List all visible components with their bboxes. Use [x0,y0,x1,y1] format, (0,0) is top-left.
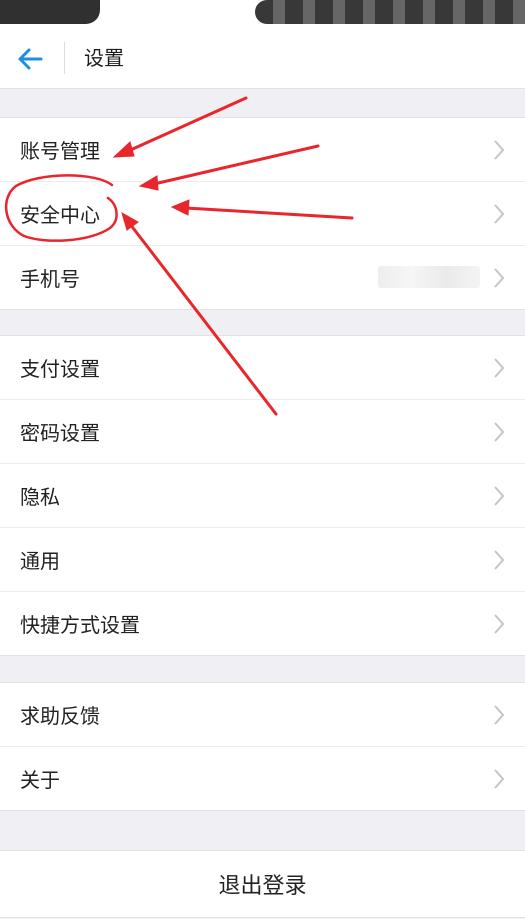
chevron-right-icon [494,705,505,725]
logout-button[interactable]: 退出登录 [0,850,525,918]
phone-number-redacted [378,266,480,288]
row-password-settings[interactable]: 密码设置 [0,400,525,464]
logout-label: 退出登录 [218,874,307,899]
row-label: 安全中心 [20,203,100,227]
status-bar-left-blurred [0,0,100,24]
status-bar [0,0,525,28]
row-label: 密码设置 [20,421,100,445]
chevron-right-icon [494,614,505,634]
row-phone-number[interactable]: 手机号 [0,246,525,309]
row-shortcut-settings[interactable]: 快捷方式设置 [0,592,525,655]
back-button[interactable] [14,44,48,74]
status-bar-right-blurred [255,0,525,24]
row-label: 快捷方式设置 [20,613,140,637]
title-bar: 设置 [0,28,525,89]
page-title: 设置 [84,46,124,70]
row-label: 账号管理 [20,139,100,163]
chevron-right-icon [494,140,505,160]
row-privacy[interactable]: 隐私 [0,464,525,528]
chevron-right-icon [494,268,505,288]
chevron-right-icon [494,422,505,442]
settings-group-account: 账号管理 安全中心 手机号 [0,117,525,310]
settings-group-general: 支付设置 密码设置 隐私 通用 快捷方式设置 [0,335,525,656]
chevron-right-icon [494,204,505,224]
chevron-right-icon [494,486,505,506]
row-label: 隐私 [20,485,60,509]
chevron-right-icon [494,550,505,570]
title-divider [64,42,65,74]
chevron-right-icon [494,358,505,378]
chevron-right-icon [494,769,505,789]
row-help-feedback[interactable]: 求助反馈 [0,683,525,747]
row-label: 手机号 [20,267,80,291]
row-label: 支付设置 [20,357,100,381]
row-payment-settings[interactable]: 支付设置 [0,336,525,400]
row-label: 通用 [20,549,60,573]
arrow-left-icon [18,48,43,70]
row-label: 求助反馈 [20,704,100,728]
row-label: 关于 [20,768,60,792]
row-security-center[interactable]: 安全中心 [0,182,525,246]
row-about[interactable]: 关于 [0,747,525,810]
row-account-management[interactable]: 账号管理 [0,118,525,182]
row-general[interactable]: 通用 [0,528,525,592]
settings-group-support: 求助反馈 关于 [0,682,525,811]
